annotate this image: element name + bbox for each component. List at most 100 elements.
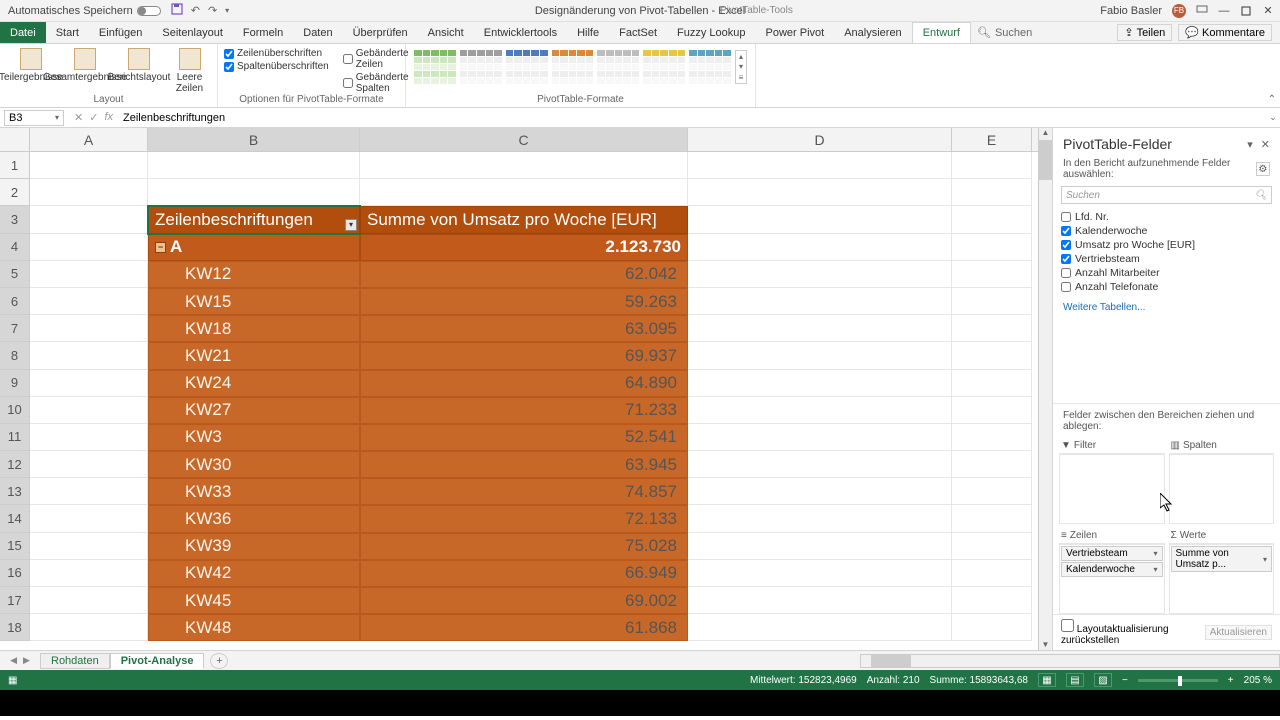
more-tables-link[interactable]: Weitere Tabellen... <box>1053 298 1280 317</box>
tab-file[interactable]: Datei <box>0 22 46 43</box>
pivotstyle-thumb[interactable] <box>597 50 639 84</box>
pivot-row-label[interactable]: KW15 <box>148 288 360 315</box>
pivot-row-label[interactable]: KW21 <box>148 342 360 369</box>
row-header[interactable]: 5 <box>0 261 29 288</box>
pivot-row-label[interactable]: KW18 <box>148 315 360 342</box>
scroll-thumb[interactable] <box>1039 140 1052 180</box>
pivot-group-label[interactable]: −A <box>148 234 360 261</box>
formula-input[interactable]: Zeilenbeschriftungen <box>119 112 1266 124</box>
pivot-row-label[interactable]: KW30 <box>148 451 360 478</box>
cancel-formula-icon[interactable]: ✕ <box>74 111 83 124</box>
sheet-tab-rawdata[interactable]: Rohdaten <box>40 653 110 669</box>
field-item[interactable]: Anzahl Mitarbeiter <box>1061 266 1272 280</box>
pivot-row-value[interactable]: 59.263 <box>360 288 688 315</box>
filter-area[interactable]: ▼Filter <box>1059 438 1165 524</box>
row-header[interactable]: 18 <box>0 614 29 641</box>
save-icon[interactable] <box>171 3 183 18</box>
fieldpane-options-icon[interactable]: ▾ <box>1247 138 1253 151</box>
pivot-row-label[interactable]: KW24 <box>148 370 360 397</box>
pivot-row-label[interactable]: KW33 <box>148 478 360 505</box>
minimize-icon[interactable]: — <box>1218 5 1230 17</box>
rowheaders-check[interactable]: Zeilenüberschriften <box>224 48 329 59</box>
tab-powerpivot[interactable]: Power Pivot <box>756 22 835 43</box>
zoom-slider[interactable] <box>1138 679 1218 682</box>
enter-formula-icon[interactable]: ✓ <box>89 111 98 124</box>
grandtotals-button[interactable]: Gesamtergebnisse <box>60 48 110 94</box>
share-button[interactable]: ⇪Teilen <box>1117 24 1172 41</box>
row-header[interactable]: 16 <box>0 560 29 587</box>
pivot-row-value[interactable]: 75.028 <box>360 533 688 560</box>
pivot-row-value[interactable]: 52.541 <box>360 424 688 451</box>
tab-help[interactable]: Hilfe <box>567 22 609 43</box>
ribbon-mode-icon[interactable] <box>1196 5 1208 17</box>
filter-dropdown-icon[interactable]: ▾ <box>345 219 357 231</box>
scroll-down-icon[interactable]: ▼ <box>1039 640 1052 650</box>
col-header-c[interactable]: C <box>360 128 688 151</box>
tab-formulas[interactable]: Formeln <box>233 22 293 43</box>
defer-checkbox[interactable]: Layoutaktualisierung zurückstellen <box>1061 619 1205 646</box>
field-item[interactable]: Vertriebsteam <box>1061 252 1272 266</box>
gallery-more-icon[interactable]: ▴▾≡ <box>735 50 747 84</box>
rows-area[interactable]: ≡Zeilen Vertriebsteam▾ Kalenderwoche▾ <box>1059 528 1165 614</box>
undo-icon[interactable]: ↶ <box>191 4 200 17</box>
pivot-row-label[interactable]: KW45 <box>148 587 360 614</box>
pivotstyle-thumb[interactable] <box>506 50 548 84</box>
avatar[interactable]: FB <box>1172 4 1186 18</box>
close-icon[interactable]: ✕ <box>1262 5 1274 17</box>
pivot-row-value[interactable]: 69.002 <box>360 587 688 614</box>
pivot-row-value[interactable]: 62.042 <box>360 261 688 288</box>
row-header[interactable]: 17 <box>0 587 29 614</box>
row-header[interactable]: 11 <box>0 424 29 451</box>
field-item[interactable]: Kalenderwoche <box>1061 224 1272 238</box>
col-header-a[interactable]: A <box>30 128 148 151</box>
pivot-row-label[interactable]: KW3 <box>148 424 360 451</box>
bandedrows-check[interactable]: Gebänderte Zeilen <box>343 48 409 70</box>
blankrows-button[interactable]: Leere Zeilen <box>168 48 211 94</box>
values-area[interactable]: ΣWerte Summe von Umsatz p...▾ <box>1169 528 1275 614</box>
reportlayout-button[interactable]: Berichtslayout <box>114 48 164 94</box>
pivotstyle-thumb[interactable] <box>414 50 456 84</box>
pivot-group-total[interactable]: 2.123.730 <box>360 234 688 261</box>
tab-data[interactable]: Daten <box>293 22 342 43</box>
row-header[interactable]: 3 <box>0 206 29 233</box>
row-header[interactable]: 1 <box>0 152 29 179</box>
zoom-out-icon[interactable]: − <box>1122 675 1128 686</box>
values-pill-1[interactable]: Summe von Umsatz p...▾ <box>1171 546 1273 572</box>
ribbon-collapse-icon[interactable]: ⌃ <box>1268 94 1276 105</box>
pivot-row-value[interactable]: 63.095 <box>360 315 688 342</box>
tab-devtools[interactable]: Entwicklertools <box>474 22 567 43</box>
pivotstyle-thumb[interactable] <box>460 50 502 84</box>
update-button[interactable]: Aktualisieren <box>1205 625 1272 640</box>
pivot-values-header[interactable]: Summe von Umsatz pro Woche [EUR] <box>360 206 688 233</box>
row-header[interactable]: 2 <box>0 179 29 206</box>
subtotals-button[interactable]: Teilergebnisse <box>6 48 56 94</box>
search-label[interactable]: Suchen <box>995 27 1032 39</box>
view-pagelayout-icon[interactable]: ▤ <box>1066 673 1084 687</box>
view-normal-icon[interactable]: ▦ <box>1038 673 1056 687</box>
pivot-row-value[interactable]: 69.937 <box>360 342 688 369</box>
tab-pagelayout[interactable]: Seitenlayout <box>152 22 233 43</box>
pivot-row-label[interactable]: KW36 <box>148 505 360 532</box>
row-header[interactable]: 15 <box>0 533 29 560</box>
view-pagebreak-icon[interactable]: ▨ <box>1094 673 1112 687</box>
field-item[interactable]: Anzahl Telefonate <box>1061 280 1272 294</box>
pivotstyle-thumb[interactable] <box>643 50 685 84</box>
tab-insert[interactable]: Einfügen <box>89 22 152 43</box>
field-item[interactable]: Lfd. Nr. <box>1061 210 1272 224</box>
tab-design[interactable]: Entwurf <box>912 22 971 43</box>
row-header[interactable]: 14 <box>0 505 29 532</box>
columns-area[interactable]: ▥Spalten <box>1169 438 1275 524</box>
add-sheet-button[interactable]: + <box>210 653 228 669</box>
zoom-label[interactable]: 205 % <box>1244 675 1272 686</box>
row-header[interactable]: 10 <box>0 397 29 424</box>
formula-expand-icon[interactable]: ⌄ <box>1266 112 1280 123</box>
pivot-row-value[interactable]: 61.868 <box>360 614 688 641</box>
rows-pill-1[interactable]: Vertriebsteam▾ <box>1061 546 1163 561</box>
pivot-row-label[interactable]: KW48 <box>148 614 360 641</box>
pivotstyle-thumb[interactable] <box>552 50 594 84</box>
col-header-e[interactable]: E <box>952 128 1032 151</box>
pivot-row-label[interactable]: KW12 <box>148 261 360 288</box>
comments-button[interactable]: 💬Kommentare <box>1178 24 1272 41</box>
pivot-row-value[interactable]: 66.949 <box>360 560 688 587</box>
fieldpane-close-icon[interactable]: ✕ <box>1261 138 1270 151</box>
